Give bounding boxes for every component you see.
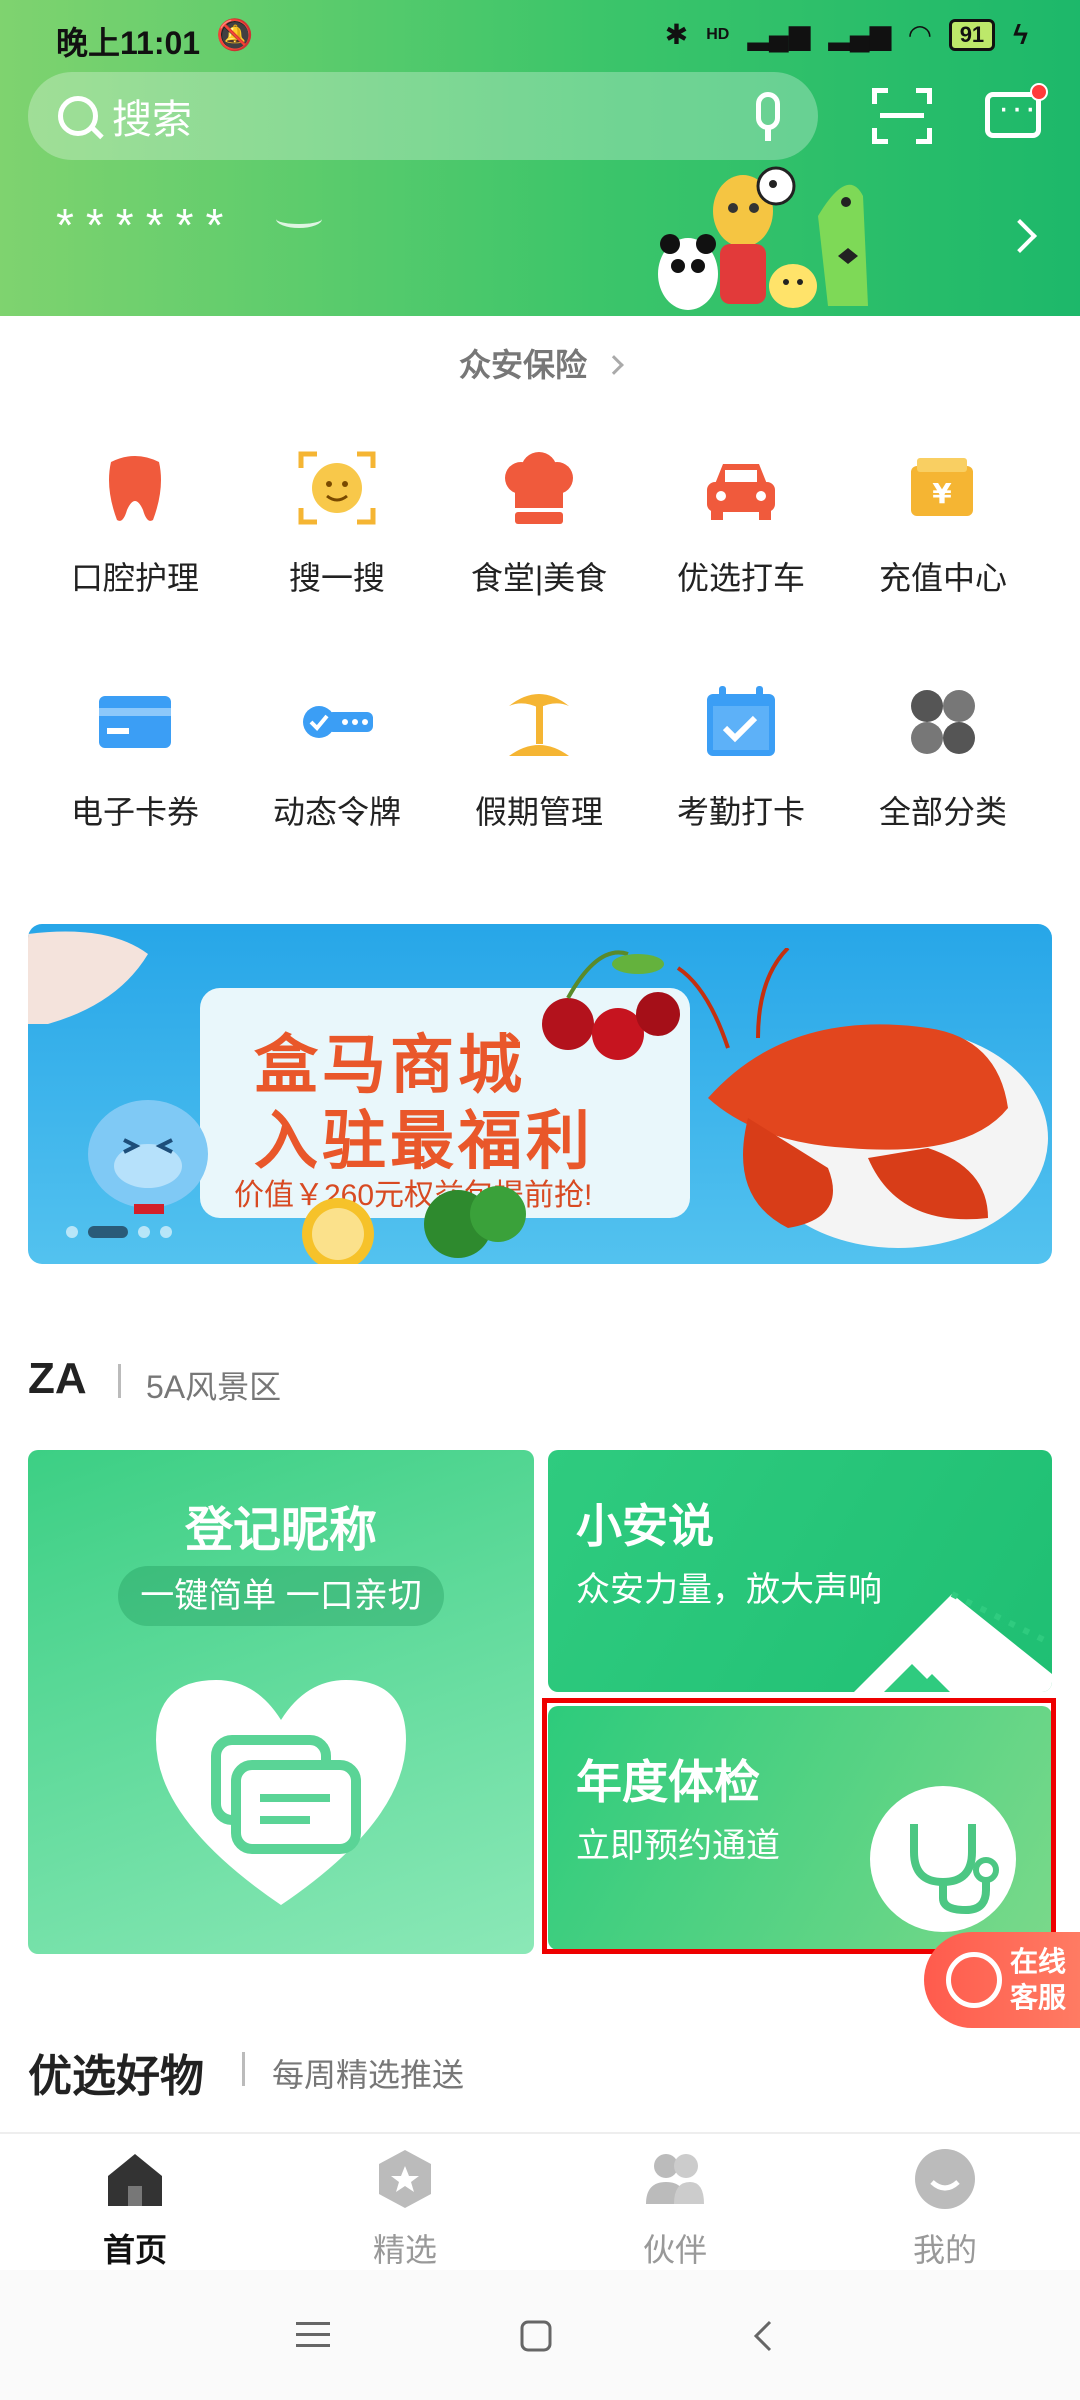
profile-icon bbox=[915, 2149, 975, 2209]
charging-icon: ϟ bbox=[1013, 18, 1028, 50]
nickname-card-title: 登记昵称 bbox=[184, 1504, 377, 1557]
status-bar: 晚上11:01 🔕 ✱ HD ▂▄▆ ▂▄▆ ◠ 91 ϟ bbox=[0, 0, 1080, 70]
grid-item-vacation[interactable]: 假期管理 bbox=[438, 682, 640, 833]
search-bar[interactable]: 搜索 bbox=[28, 72, 818, 160]
calendar-check-icon bbox=[707, 686, 775, 756]
grid-item-canteen[interactable]: 食堂|美食 bbox=[438, 448, 640, 599]
online-service-line1: 在线 bbox=[1010, 1946, 1067, 1977]
grid-item-label: 全部分类 bbox=[878, 794, 1007, 830]
grid-item-label: 充值中心 bbox=[878, 560, 1007, 596]
search-placeholder: 搜索 bbox=[112, 98, 192, 142]
grid-item-attendance[interactable]: 考勤打卡 bbox=[640, 682, 842, 833]
tab-profile[interactable]: 我的 bbox=[810, 2148, 1080, 2271]
online-service-button[interactable]: 在线 客服 bbox=[924, 1932, 1080, 2028]
microphone-icon[interactable] bbox=[756, 92, 780, 141]
tab-home[interactable]: 首页 bbox=[0, 2148, 270, 2271]
star-hexagon-icon bbox=[379, 2150, 431, 2208]
xiaoan-card-subtitle: 众安力量，放大声响 bbox=[576, 1571, 882, 1609]
svg-text:¥: ¥ bbox=[932, 477, 952, 510]
header: 晚上11:01 🔕 ✱ HD ▂▄▆ ▂▄▆ ◠ 91 ϟ 搜索 ****** bbox=[0, 0, 1080, 316]
carousel-indicator bbox=[66, 1226, 172, 1238]
tab-partners[interactable]: 伙伴 bbox=[540, 2148, 810, 2271]
home-button-icon[interactable] bbox=[520, 2320, 552, 2352]
chevron-right-icon bbox=[604, 355, 624, 375]
grid-item-label: 口腔护理 bbox=[70, 560, 199, 596]
mute-icon: 🔕 bbox=[216, 19, 254, 52]
fish-illustration bbox=[28, 931, 148, 1024]
menu-icon[interactable] bbox=[296, 2320, 330, 2350]
grid-item-label: 假期管理 bbox=[474, 794, 603, 830]
face-scan-icon bbox=[298, 451, 376, 525]
card-icon bbox=[99, 696, 171, 748]
network-label: HD bbox=[706, 25, 730, 43]
tab-label: 首页 bbox=[102, 2232, 167, 2268]
section-za-title: ZA bbox=[28, 1354, 87, 1403]
token-key-icon bbox=[303, 706, 373, 738]
tab-label: 精选 bbox=[372, 2232, 437, 2268]
online-service-line2: 客服 bbox=[1010, 1982, 1067, 2013]
tab-featured[interactable]: 精选 bbox=[270, 2148, 540, 2271]
battery-level: 91 bbox=[948, 18, 996, 51]
bluetooth-icon: ✱ bbox=[664, 19, 689, 50]
grid-item-label: 动态令牌 bbox=[272, 794, 401, 830]
notification-dot bbox=[1030, 83, 1048, 101]
grid-item-taxi[interactable]: 优选打车 bbox=[640, 448, 842, 599]
back-icon[interactable] bbox=[752, 2320, 774, 2352]
signal-icon: ▂▄▆ bbox=[747, 19, 811, 50]
bottom-tab-bar: 首页 精选 伙伴 我的 bbox=[0, 2132, 1080, 2270]
car-icon bbox=[707, 464, 775, 520]
grid-item-label: 优选打车 bbox=[676, 560, 805, 596]
grid-icon bbox=[911, 690, 975, 754]
tab-label: 伙伴 bbox=[642, 2232, 707, 2268]
section-goods-title: 优选好物 bbox=[28, 2052, 204, 2101]
grid-item-recharge[interactable]: ¥ 充值中心 bbox=[842, 448, 1044, 599]
lobster-illustration bbox=[676, 948, 1048, 1248]
home-icon bbox=[108, 2154, 162, 2206]
section-za-subtitle: 5A风景区 bbox=[146, 1369, 282, 1405]
nickname-card-pill: 一键简单 一口亲切 bbox=[118, 1566, 444, 1626]
chat-heart-icon bbox=[156, 1680, 406, 1905]
grid-item-label: 食堂|美食 bbox=[470, 560, 608, 596]
palm-tree-icon bbox=[509, 694, 569, 756]
grid-item-label: 电子卡券 bbox=[70, 794, 199, 830]
scan-icon[interactable] bbox=[872, 88, 932, 144]
search-icon bbox=[58, 96, 98, 136]
chef-hat-icon bbox=[505, 452, 573, 524]
grid-item-token[interactable]: 动态令牌 bbox=[236, 682, 438, 833]
wifi-icon: ◠ bbox=[909, 19, 931, 50]
divider bbox=[118, 1364, 121, 1398]
xiaoan-card[interactable]: 小安说 众安力量，放大声响 bbox=[548, 1450, 1052, 1692]
eye-closed-icon[interactable] bbox=[276, 210, 322, 228]
headset-icon bbox=[946, 1952, 1002, 2008]
grid-item-e-cards[interactable]: 电子卡券 bbox=[34, 682, 236, 833]
status-time: 晚上11:01 bbox=[56, 25, 201, 61]
partners-icon bbox=[646, 2154, 704, 2204]
insurance-link[interactable]: 众安保险 bbox=[0, 340, 1080, 386]
grid-item-label: 考勤打卡 bbox=[676, 794, 805, 830]
system-navigation-bar bbox=[0, 2270, 1080, 2400]
insurance-link-label: 众安保险 bbox=[458, 347, 587, 383]
section-goods-subtitle: 每周精选推送 bbox=[272, 2057, 465, 2093]
tab-label: 我的 bbox=[912, 2232, 977, 2268]
selection-highlight bbox=[542, 1698, 1056, 1954]
megaphone-icon bbox=[854, 1591, 1052, 1692]
message-icon[interactable] bbox=[985, 83, 1048, 138]
grid-item-search[interactable]: 搜一搜 bbox=[236, 448, 438, 599]
tooth-icon bbox=[109, 456, 161, 521]
promo-banner[interactable]: 盒马商城 入驻最福利 价值￥260元权益包提前抢! bbox=[28, 924, 1052, 1264]
grid-item-all-categories[interactable]: 全部分类 bbox=[842, 682, 1044, 833]
chevron-right-icon[interactable] bbox=[1003, 219, 1037, 253]
grid-item-label: 搜一搜 bbox=[288, 560, 385, 596]
mascot-illustration bbox=[658, 166, 868, 310]
grid-item-oral-care[interactable]: 口腔护理 bbox=[34, 448, 236, 599]
xiaoan-card-title: 小安说 bbox=[576, 1500, 714, 1552]
masked-balance: ****** bbox=[56, 199, 236, 251]
vegetable-illustration bbox=[302, 1186, 526, 1264]
wallet-icon: ¥ bbox=[911, 458, 973, 516]
divider bbox=[242, 2052, 245, 2086]
nickname-card[interactable]: 登记昵称 一键简单 一口亲切 bbox=[28, 1450, 534, 1954]
signal-icon-2: ▂▄▆ bbox=[828, 19, 892, 50]
